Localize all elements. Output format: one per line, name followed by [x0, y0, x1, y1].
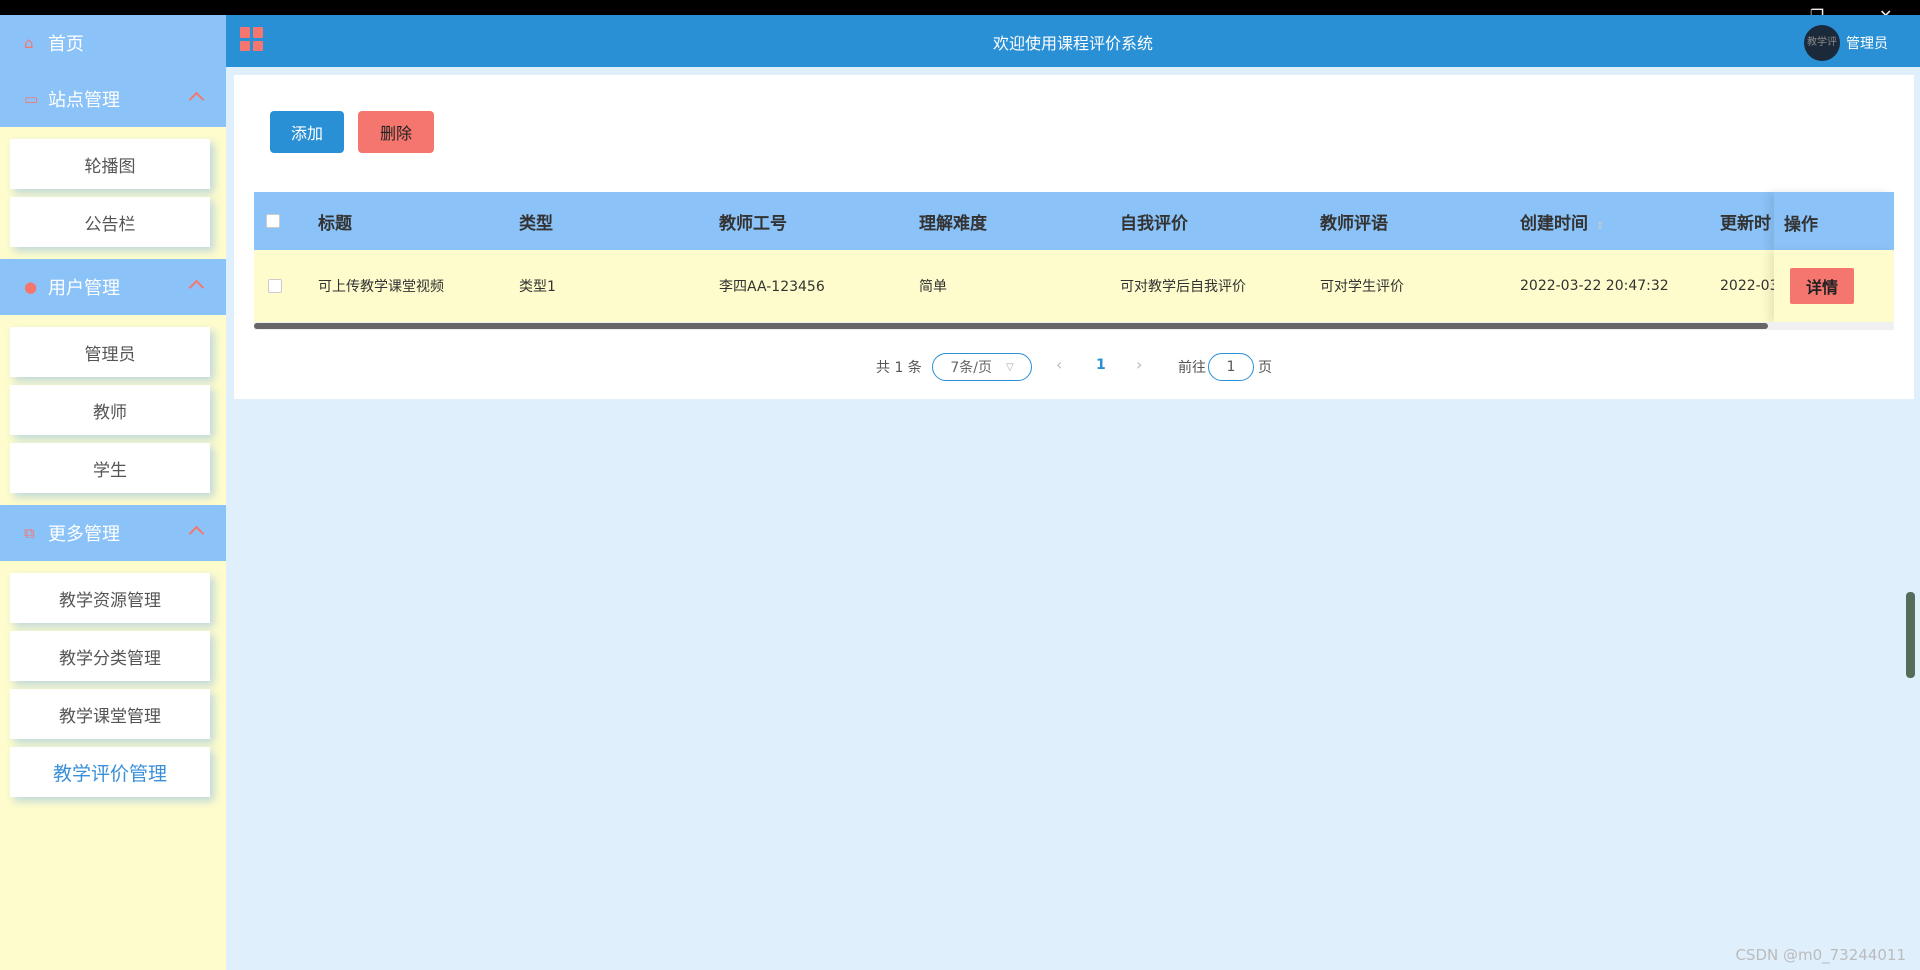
table-header: 标题 类型 教师工号 理解难度 自我评价 教师评语 创建时间 ⇕ 更新时 操作 [254, 192, 1894, 250]
goto-page-input[interactable]: 1 [1208, 353, 1254, 381]
action-column-header: 操作 [1774, 192, 1894, 250]
cell-title: 可上传教学课堂视频 [318, 279, 444, 295]
sidebar-item-admins[interactable]: 管理员 [10, 327, 210, 377]
sidebar-item-home[interactable]: ⌂ 首页 [0, 15, 226, 71]
column-header: 创建时间 [1520, 213, 1588, 234]
sidebar-group-label: 站点管理 [48, 90, 120, 111]
cell-teacher-id: 李四AA-123456 [719, 279, 825, 295]
data-table: 标题 类型 教师工号 理解难度 自我评价 教师评语 创建时间 ⇕ 更新时 操作 可… [254, 192, 1894, 330]
cell-type: 类型1 [519, 279, 556, 295]
column-header: 教师评语 [1320, 213, 1388, 234]
column-header: 自我评价 [1120, 213, 1188, 234]
sidebar-item-students[interactable]: 学生 [10, 443, 210, 493]
horizontal-scrollbar[interactable] [254, 322, 1894, 330]
sidebar-group-users[interactable]: ● 用户管理 [0, 259, 226, 315]
pagination: 共 1 条 7条/页 ▽ ‹ 1 › 前往 1 页 [234, 353, 1914, 383]
current-page[interactable]: 1 [1096, 357, 1106, 373]
select-all-checkbox[interactable] [266, 214, 280, 228]
sort-icon[interactable]: ⇕ [1596, 221, 1604, 232]
column-header: 理解难度 [919, 213, 987, 234]
watermark: CSDN @m0_73244011 [1735, 946, 1906, 964]
avatar[interactable]: 教学评 [1804, 25, 1840, 61]
monitor-icon: ▭ [24, 90, 39, 108]
user-icon: ● [24, 278, 38, 296]
cell-created: 2022-03-22 20:47:32 [1520, 278, 1669, 294]
chevron-up-icon [188, 279, 205, 296]
goto-label: 前往 [1178, 360, 1206, 376]
chevron-up-icon [188, 91, 205, 108]
main-panel: 添加 删除 标题 类型 教师工号 理解难度 自我评价 教师评语 创建时间 ⇕ 更新… [234, 75, 1914, 399]
column-header: 类型 [519, 213, 553, 234]
sidebar-item-evaluations[interactable]: 教学评价管理 [10, 747, 210, 797]
page-suffix: 页 [1258, 360, 1272, 376]
top-header: 欢迎使用课程评价系统 教学评 管理员 [226, 15, 1920, 67]
add-button[interactable]: 添加 [270, 111, 344, 153]
column-header: 更新时 [1720, 213, 1771, 234]
column-header: 标题 [318, 213, 352, 234]
sidebar-item-resources[interactable]: 教学资源管理 [10, 573, 210, 623]
page-title: 欢迎使用课程评价系统 [992, 34, 1153, 53]
submenu-users: 管理员 教师 学生 [0, 315, 226, 497]
chevron-up-icon [188, 525, 205, 542]
submenu-more: 教学资源管理 教学分类管理 教学课堂管理 教学评价管理 [0, 561, 226, 801]
column-header: 教师工号 [719, 213, 787, 234]
sidebar-group-site[interactable]: ▭ 站点管理 [0, 71, 226, 127]
sortable-header[interactable]: 创建时间 ⇕ [1520, 209, 1604, 234]
sidebar: ⌂ 首页 ▭ 站点管理 轮播图 公告栏 ● 用户管理 管理员 教师 学生 ⧉ 更… [0, 15, 226, 970]
sidebar-item-notice[interactable]: 公告栏 [10, 197, 210, 247]
sidebar-item-carousel[interactable]: 轮播图 [10, 139, 210, 189]
next-page-icon[interactable]: › [1136, 355, 1142, 374]
vertical-scrollbar[interactable] [1906, 592, 1915, 678]
submenu-site: 轮播图 公告栏 [0, 127, 226, 251]
page-size-value: 7条/页 [950, 360, 992, 376]
sidebar-item-classrooms[interactable]: 教学课堂管理 [10, 689, 210, 739]
sidebar-group-label: 更多管理 [48, 524, 120, 545]
row-checkbox[interactable] [268, 279, 282, 293]
sidebar-group-more[interactable]: ⧉ 更多管理 [0, 505, 226, 561]
scrollbar-thumb[interactable] [254, 323, 1768, 329]
user-name[interactable]: 管理员 [1846, 33, 1888, 53]
delete-button[interactable]: 删除 [358, 111, 434, 153]
chevron-down-icon: ▽ [1005, 361, 1014, 373]
page-size-select[interactable]: 7条/页 ▽ [932, 353, 1032, 381]
total-count: 共 1 条 [876, 360, 922, 376]
sidebar-item-label: 首页 [48, 34, 84, 55]
sidebar-item-categories[interactable]: 教学分类管理 [10, 631, 210, 681]
action-cell: 详情 [1774, 250, 1894, 322]
sidebar-item-teachers[interactable]: 教师 [10, 385, 210, 435]
cell-teacher-comment: 可对学生评价 [1320, 279, 1404, 295]
top-strip [0, 0, 1920, 15]
column-header: 操作 [1784, 215, 1818, 235]
cell-self-eval: 可对教学后自我评价 [1120, 279, 1246, 295]
cell-difficulty: 简单 [919, 279, 947, 295]
home-icon: ⌂ [24, 34, 34, 52]
table-row: 可上传教学课堂视频 类型1 李四AA-123456 简单 可对教学后自我评价 可… [254, 250, 1894, 322]
sidebar-group-label: 用户管理 [48, 278, 120, 299]
prev-page-icon[interactable]: ‹ [1056, 355, 1062, 374]
detail-button[interactable]: 详情 [1790, 268, 1854, 304]
copy-icon: ⧉ [24, 524, 35, 542]
